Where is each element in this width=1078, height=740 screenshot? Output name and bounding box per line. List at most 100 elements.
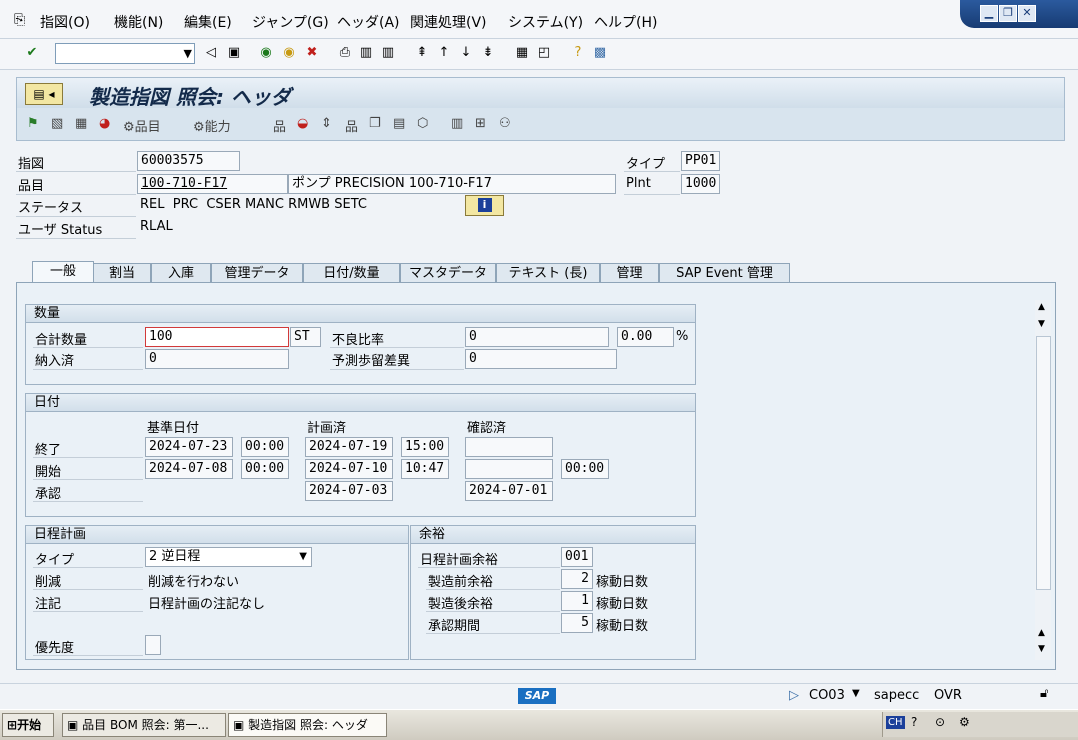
scroll-down-icon[interactable]: ▼ [1038,644,1045,654]
table-icon[interactable]: ▥ [451,116,463,131]
shortcut-icon[interactable]: ◰ [536,45,552,61]
end-basic-date-field[interactable]: 2024-07-23 [145,437,233,457]
exit-icon[interactable]: ◉ [281,45,297,61]
total-quantity-field[interactable]: 100 [145,327,289,347]
back-icon[interactable]: ◉ [258,45,274,61]
order-type-field[interactable]: PP01 [681,151,720,171]
scroll-up-icon[interactable]: ▲ [1038,302,1045,312]
capacity-button[interactable]: ⚙能力 [193,116,231,135]
sequence-icon[interactable]: ▤ [393,116,405,131]
tree-icon[interactable]: ⊞ [475,116,486,131]
menu-system[interactable]: システム(Y) [508,12,583,32]
tab-assignment[interactable]: 割当 [93,263,151,283]
settings-icon[interactable]: ⚙ [959,715,970,729]
end-confirmed-date-field[interactable] [465,437,553,457]
scrollbar-thumb[interactable] [1036,336,1051,590]
menu-edit[interactable]: 編集(E) [184,12,232,32]
hierarchy-icon[interactable]: 品 [273,116,286,135]
help-icon[interactable]: ? [570,45,586,61]
chevron-down-icon[interactable]: ▼ [299,548,307,566]
menu-order[interactable]: 指図(O) [40,12,90,32]
scheduling-type-dropdown[interactable]: 2 逆日程 ▼ [145,547,312,567]
tab-control-data[interactable]: 管理データ [211,263,303,283]
float-after-field[interactable]: 1 [561,591,593,611]
close-button[interactable]: ✕ [1018,5,1036,22]
tab-general[interactable]: 一般 [32,261,94,284]
cancel-icon[interactable]: ✖ [304,45,320,61]
menu-icon[interactable]: ⎘ [14,12,25,28]
first-page-icon[interactable]: ⇞ [414,45,430,61]
help-icon[interactable]: ? [911,715,917,729]
chevron-down-icon[interactable]: ▼ [184,44,192,63]
menu-header[interactable]: ヘッダ(A) [337,12,400,32]
print-icon[interactable]: ⎙ [337,45,353,61]
menu-help[interactable]: ヘルプ(H) [594,12,657,32]
start-confirmed-date-field[interactable] [465,459,553,479]
tab-dates-quantities[interactable]: 日付/数量 [303,263,400,283]
minimize-button[interactable]: ▁ [980,5,998,22]
scrap-percent-field[interactable]: 0.00 [617,327,674,347]
menu-function[interactable]: 機能(N) [114,12,163,32]
flag-icon[interactable]: ⚑ [27,116,39,131]
tab-long-text[interactable]: テキスト (長) [496,263,600,283]
chevron-down-icon[interactable]: ▼ [852,688,860,699]
play-icon[interactable]: ▷ [789,688,799,703]
vertical-scrollbar[interactable]: ▲ ▼ ▲ ▼ [1035,300,1051,660]
material-description-field[interactable]: ポンプ PRECISION 100-710-F17 [288,174,616,194]
start-button[interactable]: ⊞开始 [2,713,54,737]
plant-field[interactable]: 1000 [681,174,720,194]
end-basic-time-field[interactable]: 00:00 [241,437,289,457]
unit-field[interactable]: ST [290,327,321,347]
save-icon[interactable]: ▣ [226,45,242,61]
network-icon[interactable]: ⊙ [935,715,945,729]
structure-icon[interactable]: 品 [345,116,358,135]
end-scheduled-date-field[interactable]: 2024-07-19 [305,437,393,457]
menu-jump[interactable]: ジャンプ(G) [252,12,329,32]
components-button[interactable]: ⚙品目 [123,116,161,135]
restore-button[interactable]: ❐ [999,5,1017,22]
tab-sap-event-management[interactable]: SAP Event 管理 [659,263,790,283]
order-field[interactable]: 60003575 [137,151,240,171]
prev-page-icon[interactable]: ↑ [436,45,452,61]
layout-icon[interactable]: ▩ [592,45,608,61]
scrap-quantity-field[interactable]: 0 [465,327,609,347]
material-field[interactable]: 100-710-F17 [137,174,288,194]
tab-goods-receipt[interactable]: 入庫 [151,263,211,283]
float-before-field[interactable]: 2 [561,569,593,589]
package-icon[interactable]: ⬡ [417,116,428,131]
start-confirmed-time-field[interactable]: 00:00 [561,459,609,479]
expected-yield-field[interactable]: 0 [465,349,617,369]
new-session-icon[interactable]: ▦ [514,45,530,61]
tab-master-data[interactable]: マスタデータ [400,263,496,283]
routing-icon[interactable]: ⇕ [321,116,332,131]
start-scheduled-time-field[interactable]: 10:47 [401,459,449,479]
taskbar-item-bom[interactable]: ▣ 品目 BOM 照会: 第一... [62,713,226,737]
enter-icon[interactable]: ✔ [24,45,40,61]
release-confirmed-date-field[interactable]: 2024-07-01 [465,481,553,501]
release-period-field[interactable]: 5 [561,613,593,633]
group-icon[interactable]: ⚇ [499,116,511,131]
priority-field[interactable] [145,635,161,655]
last-page-icon[interactable]: ⇟ [480,45,496,61]
cost-icon[interactable]: ◕ [99,116,110,131]
float-key-field[interactable]: 001 [561,547,593,567]
taskbar-item-order[interactable]: ▣ 製造指図 照会: ヘッダ [228,713,387,737]
document-icon[interactable]: ▧ [51,116,63,131]
menu-related[interactable]: 関連処理(V) [410,12,487,32]
start-scheduled-date-field[interactable]: 2024-07-10 [305,459,393,479]
next-page-icon[interactable]: ↓ [458,45,474,61]
find-icon[interactable]: ▥ [358,45,374,61]
command-field[interactable]: ▼ [55,43,195,64]
find-next-icon[interactable]: ▥ [380,45,396,61]
end-scheduled-time-field[interactable]: 15:00 [401,437,449,457]
release-scheduled-date-field[interactable]: 2024-07-03 [305,481,393,501]
scroll-up-icon[interactable]: ▲ [1038,628,1045,638]
delivered-field[interactable]: 0 [145,349,289,369]
tab-administration[interactable]: 管理 [600,263,659,283]
production-icon[interactable]: ◒ [297,116,308,131]
status-info-button[interactable]: i [465,195,504,216]
start-basic-time-field[interactable]: 00:00 [241,459,289,479]
start-basic-date-field[interactable]: 2024-07-08 [145,459,233,479]
copy-icon[interactable]: ❐ [369,116,381,131]
language-indicator[interactable]: CH [886,716,905,729]
